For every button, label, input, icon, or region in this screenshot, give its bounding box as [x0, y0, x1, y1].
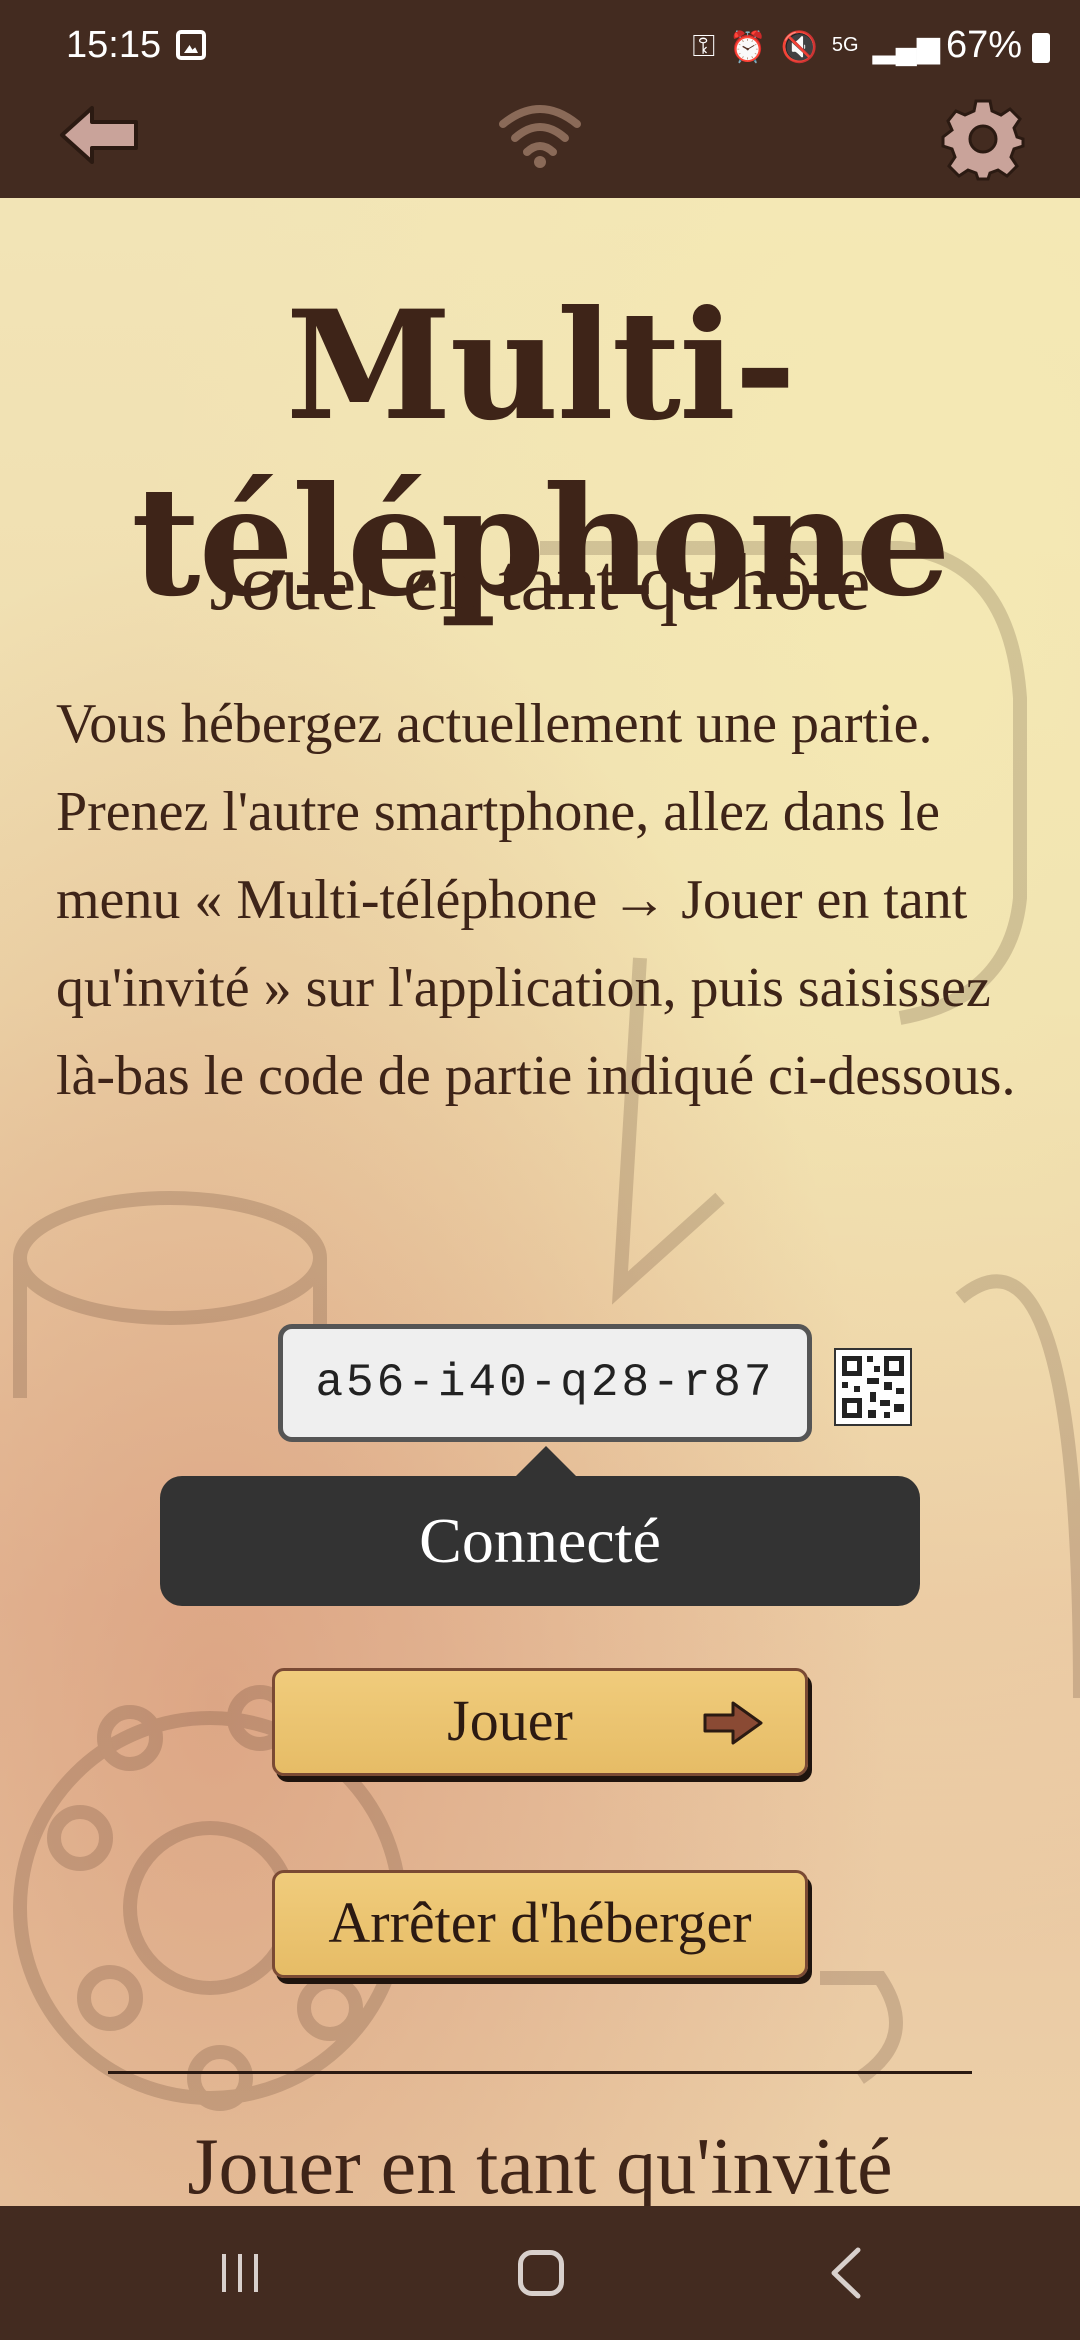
network-type: 5G — [831, 34, 859, 56]
nav-back-icon[interactable] — [826, 2246, 866, 2300]
guest-heading: Jouer en tant qu'invité — [187, 2123, 893, 2206]
gallery-notification-icon — [176, 30, 206, 60]
connection-status-tooltip: Connecté — [160, 1446, 920, 1606]
host-instructions: Vous hébergez actuellement une partie. P… — [56, 693, 1016, 1107]
alarm-icon: ⏰ — [729, 31, 767, 64]
system-nav-bar — [0, 2206, 1080, 2340]
signal-icon: ▂▄▆ — [872, 31, 940, 64]
status-bar: 15:15 ⚿ ⏰ 🔇 5G ▂▄▆ 67% — [0, 0, 1080, 96]
app-toolbar — [0, 96, 1080, 198]
recent-apps-icon[interactable] — [218, 2252, 262, 2294]
host-heading: Jouer en tant qu'hôte — [209, 539, 871, 627]
play-button-label: Jouer — [447, 1688, 573, 1753]
battery-percentage: 67% — [945, 24, 1022, 66]
main-content: Multi-téléphone Jouer en tant qu'hôte Vo… — [0, 198, 1080, 2206]
game-code-field[interactable]: a56-i40-q28-r87 — [278, 1324, 812, 1442]
mute-icon: 🔇 — [780, 31, 818, 64]
vpn-key-icon: ⚿ — [692, 30, 716, 63]
status-icons: ⚿ ⏰ 🔇 5G ▂▄▆ — [692, 30, 940, 65]
back-arrow-icon[interactable] — [58, 100, 142, 170]
stop-hosting-button[interactable]: Arrêter d'héberger — [272, 1870, 808, 1978]
status-time: 15:15 — [66, 24, 162, 66]
arrow-right-icon — [703, 1701, 763, 1745]
battery-icon — [1032, 33, 1050, 63]
gear-icon[interactable] — [940, 96, 1026, 182]
section-divider — [108, 2071, 972, 2074]
play-button[interactable]: Jouer — [272, 1668, 808, 1776]
qr-code-icon[interactable] — [834, 1348, 912, 1426]
home-icon[interactable] — [518, 2250, 564, 2296]
wifi-icon — [499, 105, 581, 168]
